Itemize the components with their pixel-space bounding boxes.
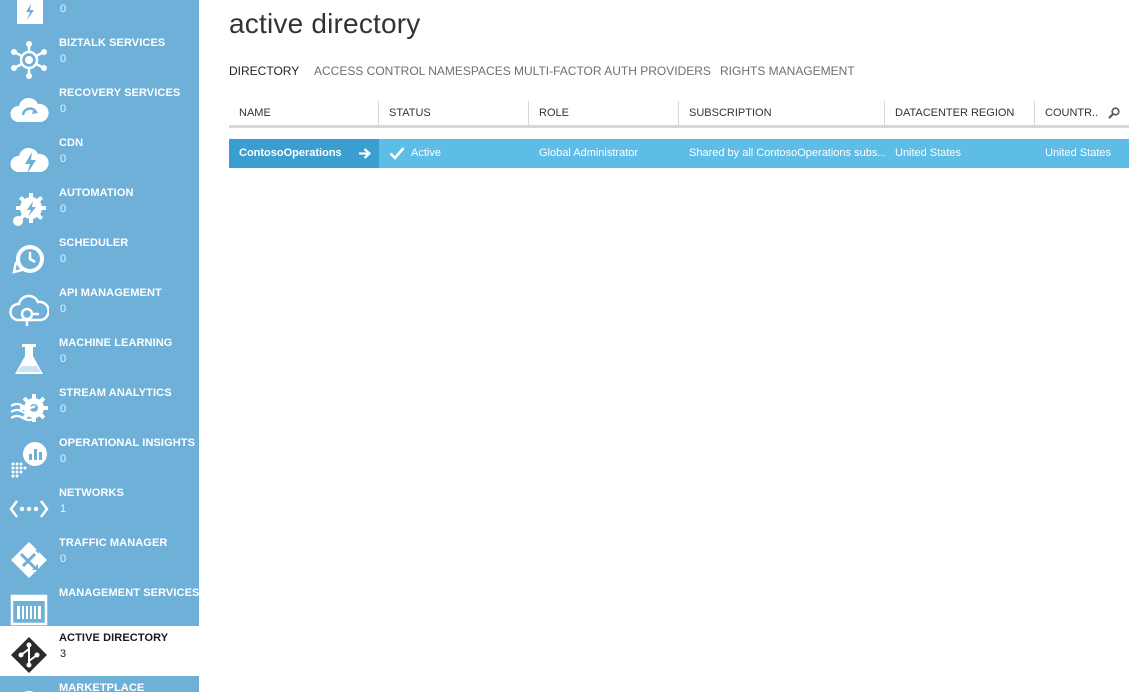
- sidebar-item-networks[interactable]: NETWORKS 1: [0, 481, 199, 531]
- sidebar-item-count: 0: [60, 553, 67, 565]
- sidebar-item-label: RECOVERY SERVICES: [59, 87, 181, 99]
- sidebar-item-stream-analytics[interactable]: STREAM ANALYTICS 0: [0, 381, 199, 431]
- storage-icon: [9, 0, 49, 30]
- sidebar-item-count: 3: [60, 648, 67, 660]
- biztalk-icon: [9, 40, 49, 80]
- sidebar-item-active-directory[interactable]: ACTIVE DIRECTORY 3: [0, 626, 199, 676]
- table-header: NAME STATUS ROLE SUBSCRIPTION DATACENTER…: [229, 101, 1129, 128]
- sidebar-item-count: 0: [60, 253, 67, 265]
- sidebar-item-label: MARKETPLACE: [59, 682, 145, 692]
- sidebar-item-label: MACHINE LEARNING: [59, 337, 173, 349]
- directory-name: ContosoOperations: [239, 147, 342, 159]
- sidebar-item-cdn[interactable]: CDN 0: [0, 131, 199, 181]
- column-header-subscription[interactable]: SUBSCRIPTION: [679, 101, 885, 125]
- sidebar-item-label: NETWORKS: [59, 487, 124, 499]
- table-row[interactable]: ContosoOperations Active Global Administ…: [229, 139, 1129, 168]
- stream-gear-icon: [9, 390, 49, 430]
- column-header-country[interactable]: COUNTR...: [1035, 101, 1099, 125]
- tab-multi-factor-auth-providers[interactable]: MULTI-FACTOR AUTH PROVIDERS: [514, 64, 711, 78]
- sidebar-item-label: SCHEDULER: [59, 237, 129, 249]
- tab-directory[interactable]: DIRECTORY: [229, 64, 299, 78]
- row-region-cell: United States: [895, 147, 962, 159]
- column-header-role[interactable]: ROLE: [529, 101, 679, 125]
- sidebar-item-count: 0: [60, 53, 67, 65]
- sidebar-item-label: CDN: [59, 137, 84, 149]
- sidebar-item-recovery-services[interactable]: RECOVERY SERVICES 0: [0, 81, 199, 131]
- sidebar-item-label: ACTIVE DIRECTORY: [59, 632, 169, 644]
- row-subscription-cell: Shared by all ContosoOperations subs...: [689, 147, 885, 159]
- search-icon[interactable]: [1099, 101, 1129, 125]
- column-header-datacenter-region[interactable]: DATACENTER REGION: [885, 101, 1035, 125]
- recovery-cloud-icon: [9, 90, 49, 130]
- sidebar-item-count: 0: [60, 3, 67, 15]
- sidebar-item-scheduler[interactable]: SCHEDULER 0: [0, 231, 199, 281]
- sidebar-item-label: STREAM ANALYTICS: [59, 387, 172, 399]
- column-header-status[interactable]: STATUS: [379, 101, 529, 125]
- network-icon: [9, 490, 49, 530]
- sidebar-item-count: 0: [60, 403, 67, 415]
- tab-access-control-namespaces[interactable]: ACCESS CONTROL NAMESPACES: [314, 64, 511, 78]
- arrow-right-icon[interactable]: [358, 147, 372, 160]
- sidebar-item-count: 0: [60, 153, 67, 165]
- scheduler-clock-icon: [9, 240, 49, 280]
- row-country-cell: United States: [1045, 147, 1112, 159]
- column-header-name[interactable]: NAME: [229, 101, 379, 125]
- traffic-manager-icon: [9, 540, 49, 580]
- status-text: Active: [411, 147, 441, 159]
- sidebar-item-label: OPERATIONAL INSIGHTS: [59, 437, 196, 449]
- sidebar-item-label: MANAGEMENT SERVICES: [59, 587, 199, 599]
- sidebar-item-count: 0: [60, 303, 67, 315]
- sidebar-item-label: AUTOMATION: [59, 187, 134, 199]
- automation-gear-icon: [9, 190, 49, 230]
- sidebar-nav: 0 BIZTALK SERVICES 0 RECOVERY SERVICES 0…: [0, 0, 199, 692]
- checkmark-icon: [389, 147, 405, 160]
- management-services-icon: [9, 590, 49, 630]
- sidebar-item-label: TRAFFIC MANAGER: [59, 537, 168, 549]
- sidebar-item-count: 0: [60, 353, 67, 365]
- insights-chart-icon: [9, 440, 49, 480]
- cdn-cloud-icon: [9, 140, 49, 180]
- sidebar-item-automation[interactable]: AUTOMATION 0: [0, 181, 199, 231]
- row-status-cell: Active: [379, 139, 529, 168]
- sidebar-item-count: 0: [60, 103, 67, 115]
- flask-icon: [9, 340, 49, 380]
- sidebar-item-marketplace[interactable]: MARKETPLACE: [0, 676, 199, 692]
- tab-rights-management[interactable]: RIGHTS MANAGEMENT: [720, 64, 855, 78]
- page-title: active directory: [229, 8, 421, 39]
- sidebar-item-count: 0: [60, 453, 67, 465]
- row-role-cell: Global Administrator: [539, 147, 639, 159]
- api-cloud-icon: [9, 290, 49, 330]
- sidebar-item-api-management[interactable]: API MANAGEMENT 0: [0, 281, 199, 331]
- sidebar-item-biztalk-services[interactable]: BIZTALK SERVICES 0: [0, 31, 199, 81]
- row-name-cell[interactable]: ContosoOperations: [229, 139, 379, 168]
- sidebar-item-count: 1: [60, 503, 67, 515]
- sidebar-item-count: 0: [60, 203, 67, 215]
- sidebar-item-operational-insights[interactable]: OPERATIONAL INSIGHTS 0: [0, 431, 199, 481]
- sidebar-item-traffic-manager[interactable]: TRAFFIC MANAGER 0: [0, 531, 199, 581]
- sidebar-item-storage[interactable]: 0: [0, 0, 199, 31]
- sidebar-item-machine-learning[interactable]: MACHINE LEARNING 0: [0, 331, 199, 381]
- sidebar-item-label: BIZTALK SERVICES: [59, 37, 166, 49]
- active-directory-icon: [9, 635, 49, 675]
- sidebar-item-management-services[interactable]: MANAGEMENT SERVICES: [0, 581, 199, 631]
- marketplace-icon: [9, 685, 49, 692]
- sidebar-item-label: API MANAGEMENT: [59, 287, 162, 299]
